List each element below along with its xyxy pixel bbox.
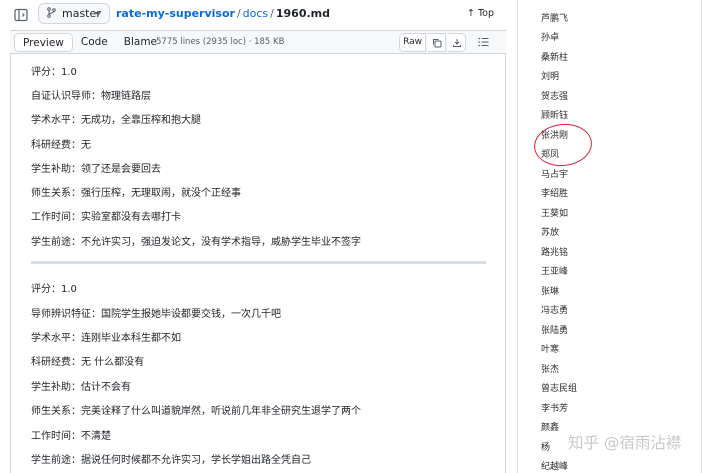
name-item[interactable]: 芦鹏飞 <box>541 11 568 24</box>
review-line: 工作时间：不清楚 <box>31 431 111 442</box>
name-item[interactable]: 马占宇 <box>541 167 568 180</box>
review-line: 学生前途：不允许实习，强迫发论文，没有学术指导，威胁学生毕业不签字 <box>31 237 361 248</box>
name-item[interactable]: 叶寒 <box>541 342 559 355</box>
watermark: 知乎 @宿雨沾襟 <box>568 434 682 452</box>
name-item[interactable]: 张陆勇 <box>541 323 568 336</box>
name-item[interactable]: 张杰 <box>541 362 559 375</box>
breadcrumb: rate-my-supervisor / docs/1960.md <box>116 7 331 20</box>
tab-preview[interactable]: Preview <box>14 33 73 52</box>
download-icon <box>452 39 461 47</box>
name-item[interactable]: 王葵如 <box>541 206 568 219</box>
review-line: 评分：1.0 <box>31 284 77 295</box>
name-item[interactable]: 曾志民组 <box>541 381 577 394</box>
arrow-up-icon: ↑ <box>467 8 475 19</box>
sidebar-toggle-icon[interactable] <box>14 7 28 22</box>
review-line: 科研经费：无 什么都没有 <box>31 357 145 368</box>
review-line: 学生补助：估计不会有 <box>31 382 131 393</box>
back-to-top-link[interactable]: ↑ Top <box>467 8 494 19</box>
name-item[interactable]: 刘明 <box>541 69 559 82</box>
raw-button[interactable]: Raw <box>399 33 426 52</box>
download-button[interactable] <box>448 33 466 52</box>
outline-menu-button[interactable] <box>474 33 492 52</box>
review-line: 学生前途：据说任何时候都不允许实习，学长学姐出路全凭自己 <box>31 455 311 466</box>
name-item[interactable]: 贺志强 <box>541 89 568 102</box>
name-item[interactable]: 顾昕钰 <box>541 108 568 121</box>
file-viewer: master rate-my-supervisor / docs/1960.md ↑… <box>0 0 506 473</box>
name-item[interactable]: 张琳 <box>541 284 559 297</box>
name-item[interactable]: 李绍胜 <box>541 186 568 199</box>
markdown-preview: 评分：1.0 自证认识导师：物理链路层 学术水平：无成功，全靠压榨和抱大腿 科研… <box>10 54 506 473</box>
review-line: 学术水平：无成功，全靠压榨和抱大腿 <box>31 115 201 126</box>
name-item[interactable]: 杨 <box>541 440 550 453</box>
name-item[interactable]: 纪越峰 <box>541 459 568 472</box>
copy-button[interactable] <box>428 33 446 52</box>
review-line: 工作时间：实验室都没有去哪打卡 <box>31 212 181 223</box>
file-actions: Raw <box>399 33 492 52</box>
branch-icon <box>47 6 56 21</box>
list-icon <box>477 37 488 47</box>
horizontal-rule <box>31 261 486 264</box>
breadcrumb-folder-link[interactable]: docs <box>243 7 269 20</box>
right-margin <box>702 0 720 473</box>
review-line: 导师辨识特征：国院学生报她毕设都要交钱，一次几千吧 <box>31 309 281 320</box>
copy-icon <box>432 39 441 48</box>
breadcrumb-repo-link[interactable]: rate-my-supervisor <box>116 7 235 20</box>
top-label: Top <box>477 8 494 19</box>
review-line: 自证认识导师：物理链路层 <box>31 91 151 102</box>
name-item[interactable]: 王亚峰 <box>541 264 568 277</box>
name-item[interactable]: 苏放 <box>541 225 559 238</box>
file-header: Preview Code Blame 5775 lines (2935 loc)… <box>10 30 506 54</box>
name-item[interactable]: 路兆铭 <box>541 245 568 258</box>
review-line: 学术水平：连刚毕业本科生都不如 <box>31 333 181 344</box>
review-line: 评分：1.0 <box>31 67 77 78</box>
chevron-down-icon <box>95 12 101 16</box>
review-line: 师生关系：强行压榨，无理取闹，就没个正经事 <box>31 188 241 199</box>
view-mode-tabs: Preview Code Blame <box>14 33 165 52</box>
tab-code[interactable]: Code <box>73 33 116 52</box>
file-meta: 5775 lines (2935 loc) · 185 KB <box>156 37 285 47</box>
review-line: 科研经费：无 <box>31 140 91 151</box>
names-panel: 芦鹏飞 孙卓 桑新柱 刘明 贺志强 顾昕钰 张洪刚 郑凤 马占宇 李绍胜 王葵如… <box>517 0 702 473</box>
name-item[interactable]: 颜鑫 <box>541 420 559 433</box>
name-item[interactable]: 孙卓 <box>541 30 559 43</box>
review-line: 学生补助：领了还是会要回去 <box>31 164 161 175</box>
review-line: 师生关系：完美诠释了什么叫道貌岸然，听说前几年非全研究生退学了两个 <box>31 406 361 417</box>
name-item[interactable]: 李书芳 <box>541 401 568 414</box>
name-item[interactable]: 冯志勇 <box>541 303 568 316</box>
branch-selector-button[interactable]: master <box>38 3 110 24</box>
name-item[interactable]: 桑新柱 <box>541 50 568 63</box>
file-topbar: master rate-my-supervisor / docs/1960.md ↑… <box>0 0 506 28</box>
breadcrumb-file-name: 1960.md <box>275 7 331 20</box>
